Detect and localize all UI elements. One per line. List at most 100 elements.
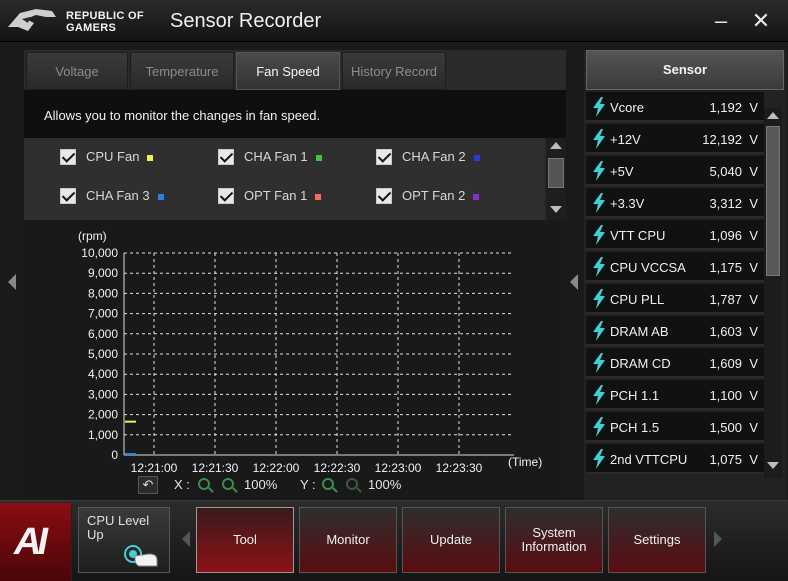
scroll-up-arrow-icon[interactable] (767, 112, 779, 119)
rog-logo (8, 9, 56, 31)
ai-suite-logo[interactable]: AI (0, 503, 72, 581)
x-zoom-in-icon[interactable] (198, 478, 210, 490)
fan-label: CHA Fan 2 (402, 149, 466, 164)
dock-monitor-button[interactable]: Monitor (299, 507, 397, 573)
lightning-bolt-icon (593, 257, 605, 277)
sensor-row[interactable]: PCH 1.1 1,100 V (586, 380, 764, 410)
dock-settings-button[interactable]: Settings (608, 507, 706, 573)
sensor-name: Vcore (610, 100, 644, 115)
chart-svg: (rpm) (Time) 10,000 9,000 8,000 7,000 6,000 5… (78, 229, 542, 475)
y-tick-label: 0 (111, 448, 118, 462)
reset-zoom-button[interactable]: ↶ (138, 476, 158, 494)
cha-fan-2-checkbox[interactable] (376, 149, 392, 165)
sensor-panel-toggle-arrow-icon[interactable] (570, 274, 578, 290)
sensor-row[interactable]: DRAM CD 1,609 V (586, 348, 764, 378)
y-axis-label: (rpm) (78, 229, 107, 243)
sensor-row[interactable]: +12V 12,192 V (586, 124, 764, 154)
lightning-bolt-icon (593, 321, 605, 341)
y-zoom-label: Y : (300, 477, 316, 492)
scrollbar-thumb[interactable] (548, 158, 564, 188)
sensor-row[interactable]: Vcore 1,192 V (586, 92, 764, 122)
sensor-unit: V (749, 420, 758, 435)
y-tick-label: 4,000 (88, 367, 118, 381)
tab-voltage[interactable]: Voltage (26, 52, 128, 90)
dock-tool-button[interactable]: Tool (196, 507, 294, 573)
sensor-name: PCH 1.1 (610, 388, 660, 403)
sensor-row[interactable]: CPU VCCSA 1,175 V (586, 252, 764, 282)
sensor-row[interactable]: DRAM AB 1,603 V (586, 316, 764, 346)
tab-bar: Voltage Temperature Fan Speed History Re… (24, 50, 566, 90)
main-panel: Voltage Temperature Fan Speed History Re… (24, 50, 566, 500)
tab-temperature[interactable]: Temperature (130, 52, 234, 90)
close-button[interactable]: ✕ (748, 8, 774, 34)
opt-fan-1-checkbox[interactable] (218, 188, 234, 204)
minimize-button[interactable]: – (708, 8, 734, 34)
sensor-row[interactable]: CPU PLL 1,787 V (586, 284, 764, 314)
sensor-name: CPU PLL (610, 292, 665, 307)
sensor-value: 1,609 (709, 356, 742, 371)
sensor-panel: Sensor Vcore 1,192 V +12V 12,192 V +5V 5,040 V +3… (584, 50, 786, 500)
sensor-list-scrollbar[interactable] (764, 108, 782, 478)
sensor-value: 1,787 (709, 292, 742, 307)
sensor-row[interactable]: VTT CPU 1,096 V (586, 220, 764, 250)
sensor-unit: V (749, 228, 758, 243)
y-tick-label: 6,000 (88, 327, 118, 341)
sensor-name: +3.3V (610, 196, 645, 211)
y-zoom-out-icon[interactable] (346, 478, 358, 490)
x-tick-label: 12:22:30 (314, 461, 361, 475)
sensor-row[interactable]: 2nd VTTCPU 1,075 V (586, 444, 764, 474)
sensor-value: 5,040 (709, 164, 742, 179)
x-tick-label: 12:23:00 (375, 461, 422, 475)
fan-label: OPT Fan 2 (402, 188, 466, 203)
x-tick-label: 12:21:30 (192, 461, 239, 475)
opt-fan-2-checkbox[interactable] (376, 188, 392, 204)
cha-fan-1-checkbox[interactable] (218, 149, 234, 165)
cpu-fan-checkbox[interactable] (60, 149, 76, 165)
y-tick-label: 1,000 (88, 428, 118, 442)
sensor-row[interactable]: +5V 5,040 V (586, 156, 764, 186)
collapse-left-arrow-icon[interactable] (8, 274, 16, 290)
sensor-panel-title[interactable]: Sensor (586, 50, 784, 90)
cha-fan-3-color-swatch (157, 193, 164, 200)
y-zoom-value: 100% (368, 477, 402, 492)
x-tick-label: 12:23:30 (436, 461, 483, 475)
fan-label: OPT Fan 1 (244, 188, 308, 203)
lightning-bolt-icon (593, 161, 605, 181)
sensor-name: DRAM AB (610, 324, 669, 339)
scrollbar-thumb[interactable] (766, 126, 780, 276)
brand-line-1: REPUBLIC OF (66, 10, 144, 22)
y-tick-label: 10,000 (81, 246, 118, 260)
tab-fan-speed[interactable]: Fan Speed (236, 52, 340, 90)
sensor-unit: V (749, 324, 758, 339)
dock-next-arrow-icon[interactable] (714, 531, 722, 547)
fan-list-scrollbar[interactable] (546, 138, 566, 220)
x-zoom-label: X : (174, 477, 190, 492)
lightning-bolt-icon (593, 417, 605, 437)
x-zoom-value: 100% (244, 477, 278, 492)
y-tick-label: 9,000 (88, 266, 118, 280)
cha-fan-2-color-swatch (473, 154, 480, 161)
sensor-name: PCH 1.5 (610, 420, 660, 435)
description-text: Allows you to monitor the changes in fan… (44, 108, 321, 123)
cha-fan-3-checkbox[interactable] (60, 188, 76, 204)
cpu-level-up-button[interactable]: CPU Level Up (78, 507, 170, 573)
scroll-down-arrow-icon[interactable] (550, 206, 562, 213)
tab-history-record[interactable]: History Record (342, 52, 446, 90)
sensor-value: 1,100 (709, 388, 742, 403)
scroll-down-arrow-icon[interactable] (767, 462, 779, 469)
cha-fan-1-color-swatch (315, 154, 322, 161)
y-tick-label: 8,000 (88, 286, 118, 300)
x-zoom-out-icon[interactable] (222, 478, 234, 490)
sensor-value: 3,312 (709, 196, 742, 211)
y-zoom-in-icon[interactable] (322, 478, 334, 490)
dock-system-information-button[interactable]: System Information (505, 507, 603, 573)
app-title: Sensor Recorder (170, 10, 322, 32)
x-tick-label: 12:22:00 (253, 461, 300, 475)
dock-prev-arrow-icon[interactable] (182, 531, 190, 547)
sensor-unit: V (749, 388, 758, 403)
sensor-row[interactable]: +3.3V 3,312 V (586, 188, 764, 218)
dock-update-button[interactable]: Update (402, 507, 500, 573)
sensor-row[interactable]: PCH 1.5 1,500 V (586, 412, 764, 442)
lightning-bolt-icon (593, 449, 605, 469)
scroll-up-arrow-icon[interactable] (550, 142, 562, 149)
